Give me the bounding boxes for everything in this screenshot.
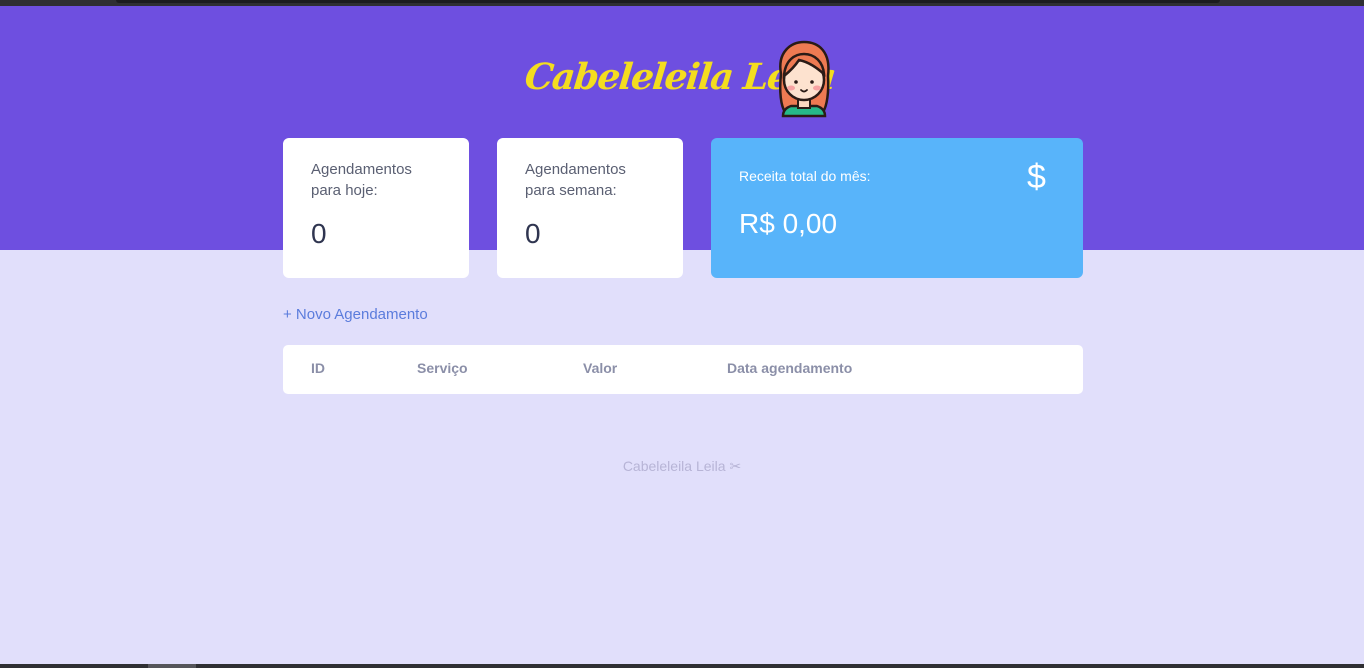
scrollbar-thumb[interactable] [148,664,196,668]
week-appointments-label: Agendamentos para semana: [525,161,626,199]
new-appointment-link[interactable]: + Novo Agendamento [283,306,428,323]
footer-text: Cabeleleila Leila ✂ [622,458,742,474]
monthly-revenue-card: Receita total do mês: R$ 0,00 $ [711,138,1083,278]
week-appointments-card: Agendamentos para semana: 0 [497,138,683,278]
brand-header: Cabeleleila Leila [523,40,845,120]
dollar-icon: $ [1027,158,1046,196]
column-header-service[interactable]: Serviço [417,360,468,376]
today-appointments-card: Agendamentos para hoje: 0 [283,138,469,278]
column-header-value[interactable]: Valor [583,360,617,376]
monthly-revenue-label: Receita total do mês: [739,168,871,184]
browser-top-bar-inner [116,0,1220,3]
monthly-revenue-value: R$ 0,00 [739,208,838,239]
column-header-id[interactable]: ID [311,360,325,376]
girl-avatar-icon [778,40,830,118]
today-appointments-label: Agendamentos para hoje: [311,161,412,199]
today-appointments-count: 0 [311,218,327,249]
column-header-date[interactable]: Data agendamento [727,360,852,376]
week-appointments-count: 0 [525,218,541,249]
browser-bottom-bar [0,664,1364,668]
appointments-table: ID Serviço Valor Data agendamento [283,345,1083,394]
